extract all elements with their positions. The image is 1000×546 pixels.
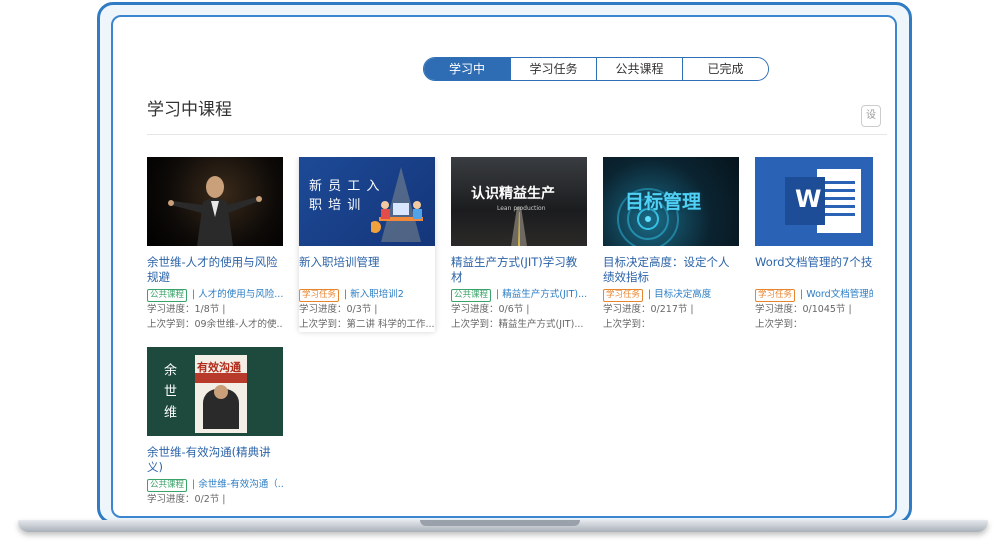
tab-completed[interactable]: 已完成 — [682, 58, 768, 80]
course-card[interactable]: 余世维-人才的使用与风险规避 公共课程 | 人才的使用与风险... 学习进度：1… — [147, 157, 283, 332]
course-card[interactable]: 认识精益生产 Lean production 精益生产方式(JIT)学习教材 公… — [451, 157, 587, 332]
course-tag-row: 学习任务 | Word文档管理的 — [755, 288, 873, 302]
app-screen: 学习中 学习任务 公共课程 已完成 学习中课程 设 余世维-人才的使用与风险规避 — [111, 15, 897, 518]
course-thumbnail[interactable]: 新 员 工 入 职 培 训 — [299, 157, 435, 246]
course-title[interactable]: 目标决定高度：设定个人绩效指标 — [603, 255, 739, 286]
course-last-studied: 上次学到： — [603, 319, 651, 330]
course-title[interactable]: 余世维-人才的使用与风险规避 — [147, 255, 283, 286]
public-course-tag: 公共课程 — [147, 479, 188, 492]
task-tag: 学习任务 — [299, 289, 340, 302]
thumbnail-subtitle: 职 培 训 — [309, 198, 362, 213]
course-progress: 学习进度：0/6节 | — [451, 304, 530, 315]
course-thumbnail[interactable]: 余 世 维 有效沟通 — [147, 347, 283, 436]
thumbnail-title: 目标管理 — [625, 191, 702, 213]
course-progress: 学习进度：0/1045节 | — [755, 304, 852, 315]
course-thumbnail[interactable]: W — [755, 157, 873, 246]
course-progress: 学习进度：0/3节 | — [299, 304, 378, 315]
settings-side-button[interactable]: 设 — [861, 105, 881, 127]
course-progress: 学习进度：1/8节 | — [147, 304, 226, 315]
office-desk-icon — [371, 167, 423, 242]
course-progress: 学习进度：0/217节 | — [603, 304, 694, 315]
course-last-studied: 上次学到：第二讲 科学的工作... — [299, 319, 435, 330]
course-title[interactable]: Word文档管理的7个技巧 — [755, 255, 873, 286]
course-thumbnail[interactable] — [147, 157, 283, 246]
page-title: 学习中课程 — [147, 100, 232, 120]
thumbnail-title: 新 员 工 入 — [309, 179, 381, 194]
course-tag-row: 公共课程 | 余世维-有效沟通（... — [147, 478, 283, 492]
tab-public-courses[interactable]: 公共课程 — [596, 58, 682, 80]
course-source-link[interactable]: 人才的使用与风险... — [198, 289, 283, 300]
divider — [147, 134, 887, 135]
course-card[interactable]: 新 员 工 入 职 培 训 新入职培训管理 学习任务 | 新入职培训2 学习进度… — [299, 157, 435, 332]
tab-learning-tasks[interactable]: 学习任务 — [510, 58, 596, 80]
course-tag-row: 公共课程 | 人才的使用与风险... — [147, 288, 283, 302]
task-tag: 学习任务 — [603, 289, 644, 302]
thumbnail-title: W — [795, 185, 822, 213]
tab-learning[interactable]: 学习中 — [424, 58, 510, 80]
laptop-notch — [420, 520, 580, 526]
course-title[interactable]: 新入职培训管理 — [299, 255, 435, 286]
course-thumbnail[interactable]: 认识精益生产 Lean production — [451, 157, 587, 246]
thumbnail-subtitle: Lean production — [497, 205, 546, 212]
task-tag: 学习任务 — [755, 289, 796, 302]
course-source-link[interactable]: 精益生产方式(JIT)... — [502, 289, 587, 300]
thumbnail-author: 余 世 维 — [161, 363, 176, 421]
course-thumbnail[interactable]: 目标管理 — [603, 157, 739, 246]
course-source-link[interactable]: Word文档管理的 — [806, 289, 873, 300]
course-last-studied: 上次学到： — [755, 319, 803, 330]
public-course-tag: 公共课程 — [451, 289, 492, 302]
course-progress: 学习进度：0/2节 | — [147, 494, 226, 505]
course-card[interactable]: 余 世 维 有效沟通 余世维-有效沟通(精典讲义) 公共课程 | 余世维-有效沟… — [147, 347, 283, 507]
public-course-tag: 公共课程 — [147, 289, 188, 302]
thumbnail-title: 认识精益生产 — [471, 186, 555, 202]
course-source-link[interactable]: 新入职培训2 — [350, 289, 404, 300]
course-card[interactable]: 目标管理 目标决定高度：设定个人绩效指标 学习任务 | 目标决定高度 学习进度：… — [603, 157, 739, 332]
course-last-studied: 上次学到：09余世维-人才的使... — [147, 319, 283, 330]
speaker-photo-icon — [168, 176, 262, 246]
course-tag-row: 公共课程 | 精益生产方式(JIT)... — [451, 288, 587, 302]
course-title[interactable]: 精益生产方式(JIT)学习教材 — [451, 255, 587, 286]
course-tag-row: 学习任务 | 新入职培训2 — [299, 288, 435, 302]
course-tabs: 学习中 学习任务 公共课程 已完成 — [423, 57, 769, 81]
course-source-link[interactable]: 目标决定高度 — [654, 289, 711, 300]
course-grid: 余世维-人才的使用与风险规避 公共课程 | 人才的使用与风险... 学习进度：1… — [147, 157, 873, 516]
course-last-studied: 上次学到：精益生产方式(JIT)... — [451, 319, 584, 330]
thumbnail-book-title: 有效沟通 — [197, 361, 241, 374]
course-card[interactable]: W Word文档管理的7个技巧 学习任务 | Word文档管理的 学习进度：0/… — [755, 157, 873, 332]
course-title[interactable]: 余世维-有效沟通(精典讲义) — [147, 445, 283, 476]
course-tag-row: 学习任务 | 目标决定高度 — [603, 288, 739, 302]
course-source-link[interactable]: 余世维-有效沟通（... — [198, 479, 283, 490]
